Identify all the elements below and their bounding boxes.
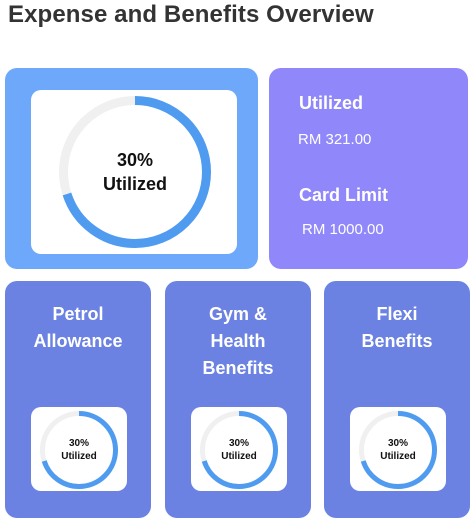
benefit-progress-panel: 30% Utilized: [350, 407, 446, 491]
benefit-title-line: Petrol: [52, 304, 104, 324]
card-limit-label: Card Limit: [299, 185, 389, 205]
benefit-card-flexi[interactable]: Flexi Benefits 30% Utilized: [324, 281, 470, 518]
benefit-progress-percent: 30%: [228, 437, 249, 449]
benefit-progress-percent: 30%: [68, 437, 89, 449]
utilized-amount: RM 321.00: [298, 131, 372, 148]
benefit-progress-panel: 30% Utilized: [31, 407, 127, 491]
benefit-title-line: Flexi: [376, 304, 418, 324]
benefit-progress-ring: 30% Utilized: [40, 411, 118, 489]
card-summary[interactable]: Utilized RM 321.00 Card Limit RM 1000.00: [269, 68, 468, 269]
benefit-progress-ring: 30% Utilized: [359, 411, 437, 489]
benefit-title-line: Health: [210, 331, 266, 351]
benefit-title-line: Allowance: [33, 331, 123, 351]
page-title: Expense and Benefits Overview: [8, 1, 374, 28]
card-limit-amount: RM 1000.00: [302, 221, 384, 238]
benefit-progress-label: Utilized: [61, 451, 97, 462]
benefit-progress-panel: 30% Utilized: [191, 407, 287, 491]
benefit-title: Flexi Benefits: [324, 301, 470, 355]
benefit-title-line: Gym &: [208, 304, 268, 324]
benefit-progress-label: Utilized: [221, 451, 257, 462]
overall-utilization-card[interactable]: 30% Utilized: [5, 68, 258, 269]
utilized-label: Utilized: [299, 93, 364, 113]
benefit-title: Petrol Allowance: [5, 301, 151, 355]
benefit-progress-percent: 30%: [387, 437, 408, 449]
overall-progress-percent: 30%: [116, 149, 154, 170]
benefit-card-gym-health[interactable]: Gym & Health Benefits 30% Utilized: [165, 281, 311, 518]
benefit-progress-ring: 30% Utilized: [200, 411, 278, 489]
overall-utilization-panel: 30% Utilized: [31, 90, 237, 254]
benefit-title-line: Benefits: [202, 358, 274, 378]
benefit-progress-label: Utilized: [380, 451, 416, 462]
benefit-title: Gym & Health Benefits: [165, 301, 311, 382]
overall-progress-label: Utilized: [102, 174, 167, 194]
benefit-card-petrol-allowance[interactable]: Petrol Allowance 30% Utilized: [5, 281, 151, 518]
overall-progress-ring: 30% Utilized: [59, 96, 211, 248]
benefit-title-line: Benefits: [361, 331, 433, 351]
